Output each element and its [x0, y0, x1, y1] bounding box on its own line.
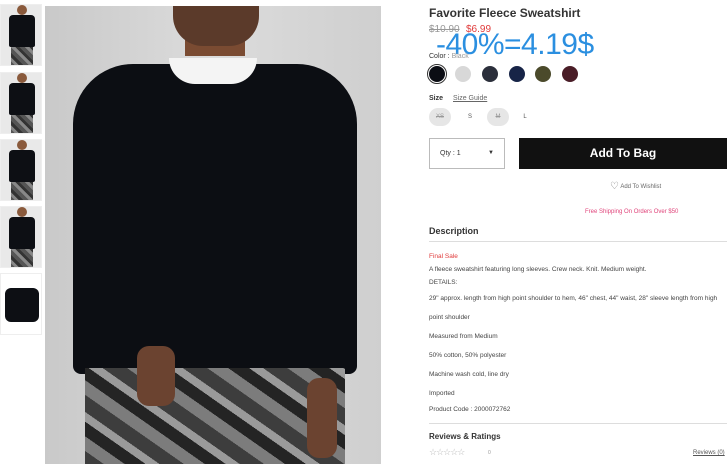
size-xs[interactable]: XS: [429, 108, 451, 126]
swatch-burgundy[interactable]: [562, 66, 578, 82]
product-code: Product Code : 2000072762: [429, 406, 511, 413]
add-to-wishlist-link[interactable]: ♡ Add To Wishlist: [610, 181, 661, 192]
rating-count: 0: [488, 450, 491, 456]
thumbnail-3[interactable]: [0, 139, 42, 201]
detail-line: 50% cotton, 50% polyester: [429, 352, 507, 359]
description-summary: A fleece sweatshirt featuring long sleev…: [429, 266, 647, 273]
thumbnail-4[interactable]: [0, 206, 42, 268]
size-l[interactable]: L: [514, 108, 536, 126]
final-sale-label: Final Sale: [429, 253, 458, 260]
size-m[interactable]: M: [487, 108, 509, 126]
star-rating: ☆☆☆☆☆: [429, 447, 465, 457]
swatch-charcoal[interactable]: [482, 66, 498, 82]
divider: [429, 241, 727, 242]
detail-line: Measured from Medium: [429, 333, 498, 340]
color-selected-name: Black: [451, 53, 469, 60]
thumbnail-1[interactable]: [0, 4, 42, 66]
details-label: DETAILS:: [429, 279, 458, 286]
detail-line: Machine wash cold, line dry: [429, 371, 509, 378]
swatch-black[interactable]: [427, 64, 447, 84]
main-product-image: [45, 6, 381, 464]
description-heading: Description: [429, 226, 479, 236]
swatch-navy[interactable]: [509, 66, 525, 82]
thumbnail-5[interactable]: [0, 273, 42, 335]
quantity-value: Qty : 1: [440, 150, 461, 157]
reviews-link[interactable]: Reviews (0): [693, 450, 725, 456]
quantity-select[interactable]: Qty : 1 ▼: [429, 138, 505, 169]
free-shipping-note: Free Shipping On Orders Over $50: [585, 209, 679, 215]
detail-line: 29" approx. length from high point shoul…: [429, 295, 718, 302]
swatch-olive[interactable]: [535, 66, 551, 82]
divider: [429, 423, 727, 424]
product-title: Favorite Fleece Sweatshirt: [429, 6, 581, 20]
reviews-heading: Reviews & Ratings: [429, 432, 501, 441]
detail-line: point shoulder: [429, 314, 470, 321]
size-label: Size: [429, 95, 444, 102]
chevron-down-icon: ▼: [488, 150, 494, 156]
size-s[interactable]: S: [459, 108, 481, 126]
thumbnail-2[interactable]: [0, 72, 42, 134]
size-guide-link[interactable]: Size Guide: [453, 95, 487, 102]
color-label: Color : Black: [429, 53, 469, 60]
detail-line: Imported: [429, 390, 455, 397]
heart-icon: ♡: [610, 181, 619, 192]
swatch-heather-grey[interactable]: [455, 66, 471, 82]
add-to-bag-button[interactable]: Add To Bag: [519, 138, 727, 169]
